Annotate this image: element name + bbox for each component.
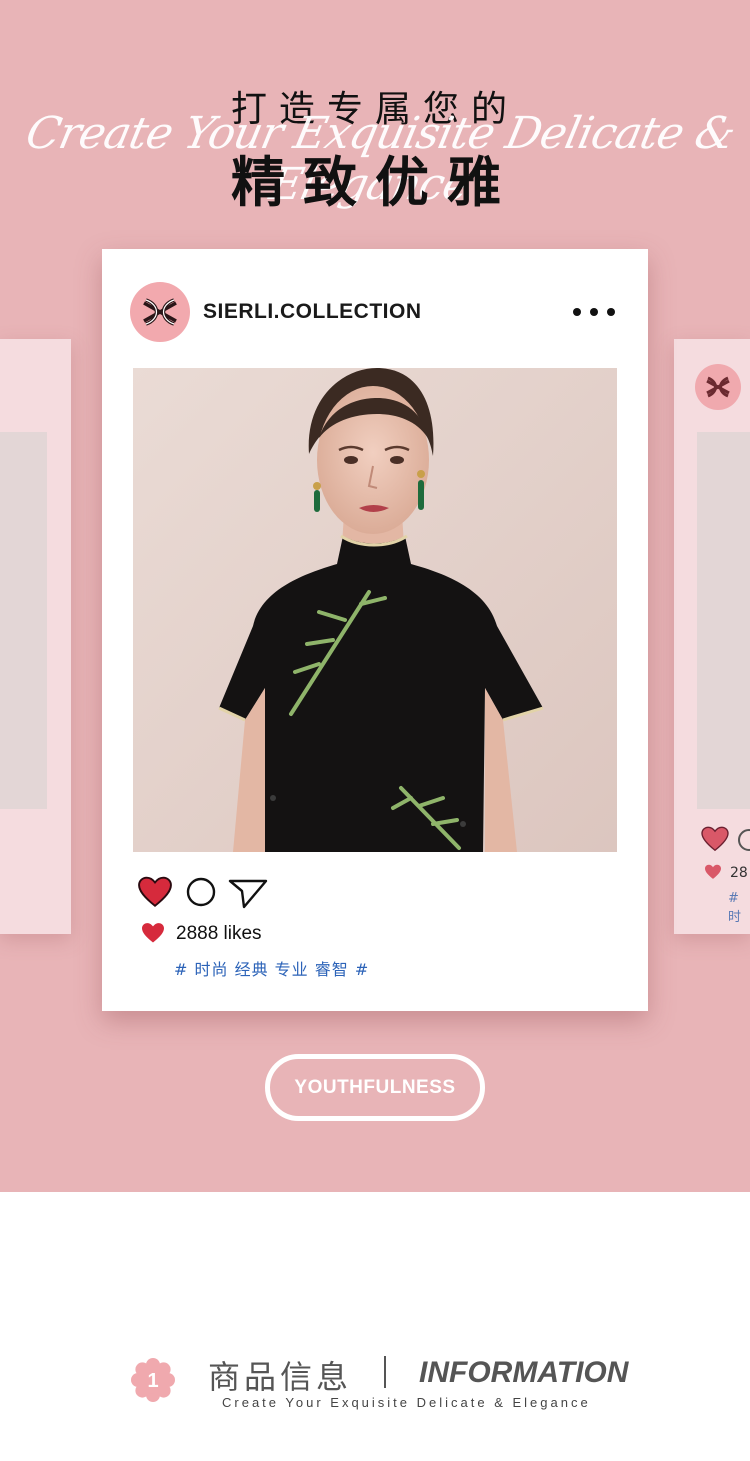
flower-badge-icon: 1 <box>131 1358 175 1402</box>
badge-number: 1 <box>147 1370 158 1392</box>
info-separator <box>384 1356 386 1388</box>
side-card-right: 28 # 时 <box>674 339 750 934</box>
brand-logo-icon <box>695 364 741 410</box>
hashtags: # 时 <box>728 891 742 925</box>
heart-icon[interactable] <box>701 826 729 852</box>
hero-banner: 打造专属您的 Create Your Exquisite Delicate & … <box>0 0 750 1192</box>
send-icon[interactable] <box>228 877 268 909</box>
side-card-left <box>0 339 71 934</box>
comment-icon[interactable] <box>186 877 216 907</box>
heart-icon <box>142 923 164 943</box>
info-subtitle: Create Your Exquisite Delicate & Eleganc… <box>222 1395 591 1410</box>
post-photo <box>133 368 617 852</box>
comment-icon[interactable] <box>738 829 750 851</box>
post-username[interactable]: SIERLI.COLLECTION <box>203 300 422 324</box>
post-card: SIERLI.COLLECTION 2888 likes # 时尚 经典 专业 … <box>102 249 648 1011</box>
more-dots-icon[interactable] <box>573 302 615 322</box>
info-title-cn: 商品信息 <box>208 1358 353 1396</box>
hashtags[interactable]: # 时尚 经典 专业 睿智 # <box>174 956 369 980</box>
heart-icon <box>705 864 721 879</box>
likes-count[interactable]: 2888 likes <box>176 923 262 945</box>
side-card-photo <box>697 432 750 809</box>
brand-logo-icon[interactable] <box>130 282 190 342</box>
info-title-en: INFORMATION <box>419 1356 629 1389</box>
youthfulness-button[interactable]: YOUTHFULNESS <box>265 1054 485 1121</box>
heart-icon[interactable] <box>138 876 172 908</box>
likes-count: 28 <box>730 865 748 881</box>
headline-main: 精致优雅 <box>231 151 519 214</box>
side-card-photo <box>0 432 47 809</box>
